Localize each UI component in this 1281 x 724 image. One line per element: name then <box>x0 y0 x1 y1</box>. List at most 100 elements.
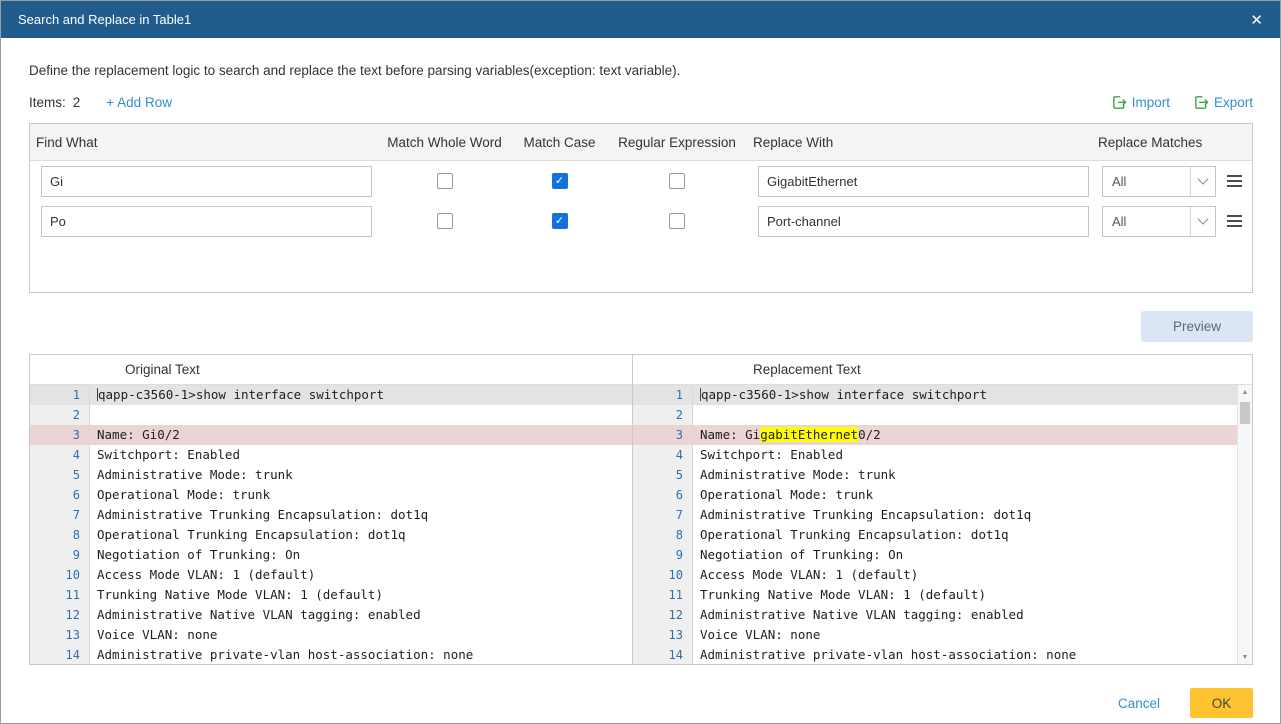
close-icon[interactable]: ✕ <box>1250 11 1263 29</box>
col-header-match-whole-word: Match Whole Word <box>377 135 512 150</box>
line-text: Voice VLAN: none <box>90 625 217 645</box>
line-number: 7 <box>633 505 693 525</box>
export-button[interactable]: Export <box>1194 95 1253 110</box>
code-line: 11Trunking Native Mode VLAN: 1 (default) <box>30 585 632 605</box>
import-export-links: Import Export <box>1112 95 1253 110</box>
replace-matches-select[interactable]: All <box>1102 166 1216 197</box>
rules-rows: ✓ All ✓ All <box>30 161 1252 241</box>
code-line: 1qapp-c3560-1>show interface switchport <box>30 385 632 405</box>
line-number: 3 <box>30 425 90 445</box>
line-number: 14 <box>633 645 693 665</box>
text-caret <box>700 388 701 401</box>
chevron-down-icon <box>1197 213 1208 224</box>
items-count: 2 <box>73 95 81 110</box>
line-number: 6 <box>633 485 693 505</box>
replaced-text-highlight: gabitEthernet <box>760 427 858 442</box>
scrollbar-thumb[interactable] <box>1240 402 1250 424</box>
line-text: Administrative private-vlan host-associa… <box>693 645 1076 665</box>
line-number: 11 <box>633 585 693 605</box>
export-label: Export <box>1214 95 1253 110</box>
match-case-checkbox[interactable]: ✓ <box>552 173 568 189</box>
line-number: 12 <box>633 605 693 625</box>
code-line: 12Administrative Native VLAN tagging: en… <box>30 605 632 625</box>
match-whole-word-checkbox[interactable] <box>437 213 453 229</box>
col-header-find-what: Find What <box>30 135 377 150</box>
line-number: 13 <box>633 625 693 645</box>
line-text: Operational Trunking Encapsulation: dot1… <box>693 525 1009 545</box>
code-line: 10Access Mode VLAN: 1 (default) <box>30 565 632 585</box>
line-text: Voice VLAN: none <box>693 625 820 645</box>
line-text: Switchport: Enabled <box>693 445 843 465</box>
line-text: Negotiation of Trunking: On <box>693 545 903 565</box>
dialog-footer: Cancel OK <box>29 688 1253 718</box>
ok-button[interactable]: OK <box>1190 688 1253 718</box>
line-number: 2 <box>30 405 90 425</box>
line-text: Name: GigabitEthernet0/2 <box>693 425 881 445</box>
code-line: 14Administrative private-vlan host-assoc… <box>30 645 632 665</box>
line-text: qapp-c3560-1>show interface switchport <box>90 385 384 405</box>
line-number: 4 <box>30 445 90 465</box>
rules-table-header: Find What Match Whole Word Match Case Re… <box>30 124 1252 161</box>
code-line: 9Negotiation of Trunking: On <box>30 545 632 565</box>
line-text: qapp-c3560-1>show interface switchport <box>693 385 987 405</box>
code-line: 11Trunking Native Mode VLAN: 1 (default) <box>633 585 1252 605</box>
search-replace-dialog: Search and Replace in Table1 ✕ Define th… <box>0 0 1281 724</box>
import-button[interactable]: Import <box>1112 95 1170 110</box>
line-number: 14 <box>30 645 90 665</box>
col-header-replace-matches: Replace Matches <box>1094 135 1217 150</box>
line-text: Operational Trunking Encapsulation: dot1… <box>90 525 406 545</box>
line-number: 4 <box>633 445 693 465</box>
match-whole-word-checkbox[interactable] <box>437 173 453 189</box>
find-what-input[interactable] <box>41 206 372 237</box>
compare-body: 1qapp-c3560-1>show interface switchport2… <box>30 385 1252 665</box>
dialog-content: Define the replacement logic to search a… <box>1 63 1280 718</box>
row-menu-icon[interactable] <box>1225 210 1244 232</box>
line-text: Name: Gi0/2 <box>90 425 180 445</box>
scroll-up-icon[interactable]: ▲ <box>1238 385 1252 400</box>
code-line: 3Name: Gi0/2 <box>30 425 632 445</box>
cancel-button[interactable]: Cancel <box>1118 696 1160 711</box>
regular-expression-checkbox[interactable] <box>669 213 685 229</box>
line-text: Access Mode VLAN: 1 (default) <box>693 565 918 585</box>
line-text: Operational Mode: trunk <box>693 485 873 505</box>
regular-expression-checkbox[interactable] <box>669 173 685 189</box>
items-toolbar: Items: 2 + Add Row Import Export <box>29 95 1253 110</box>
import-icon <box>1112 95 1127 110</box>
replace-with-input[interactable] <box>758 166 1089 197</box>
code-line: 13Voice VLAN: none <box>633 625 1252 645</box>
line-number: 1 <box>633 385 693 405</box>
replacement-text-pane[interactable]: 1qapp-c3560-1>show interface switchport2… <box>632 385 1252 665</box>
compare-header: Original Text Replacement Text <box>30 355 1252 385</box>
line-number: 9 <box>633 545 693 565</box>
replace-with-input[interactable] <box>758 206 1089 237</box>
line-text: Trunking Native Mode VLAN: 1 (default) <box>90 585 383 605</box>
code-line: 4Switchport: Enabled <box>30 445 632 465</box>
find-what-input[interactable] <box>41 166 372 197</box>
code-line: 5Administrative Mode: trunk <box>633 465 1252 485</box>
vertical-scrollbar[interactable]: ▲ ▼ <box>1237 385 1252 665</box>
line-text: Negotiation of Trunking: On <box>90 545 300 565</box>
code-line: 6Operational Mode: trunk <box>30 485 632 505</box>
replace-matches-value: All <box>1103 214 1190 229</box>
code-line: 3Name: GigabitEthernet0/2 <box>633 425 1252 445</box>
original-text-pane[interactable]: 1qapp-c3560-1>show interface switchport2… <box>30 385 632 665</box>
import-label: Import <box>1132 95 1170 110</box>
line-number: 5 <box>633 465 693 485</box>
items-label: Items: <box>29 95 66 110</box>
col-header-regular-expression: Regular Expression <box>607 135 747 150</box>
preview-button[interactable]: Preview <box>1141 311 1253 342</box>
line-number: 2 <box>633 405 693 425</box>
replace-matches-select[interactable]: All <box>1102 206 1216 237</box>
export-icon <box>1194 95 1209 110</box>
add-row-button[interactable]: + Add Row <box>106 95 172 110</box>
line-text: Administrative Trunking Encapsulation: d… <box>693 505 1031 525</box>
line-number: 10 <box>30 565 90 585</box>
line-text: Administrative Native VLAN tagging: enab… <box>693 605 1024 625</box>
code-line: 7Administrative Trunking Encapsulation: … <box>633 505 1252 525</box>
code-line: 7Administrative Trunking Encapsulation: … <box>30 505 632 525</box>
scroll-down-icon[interactable]: ▼ <box>1238 650 1252 665</box>
replace-matches-value: All <box>1103 174 1190 189</box>
row-menu-icon[interactable] <box>1225 170 1244 192</box>
match-case-checkbox[interactable]: ✓ <box>552 213 568 229</box>
line-text <box>693 405 700 425</box>
